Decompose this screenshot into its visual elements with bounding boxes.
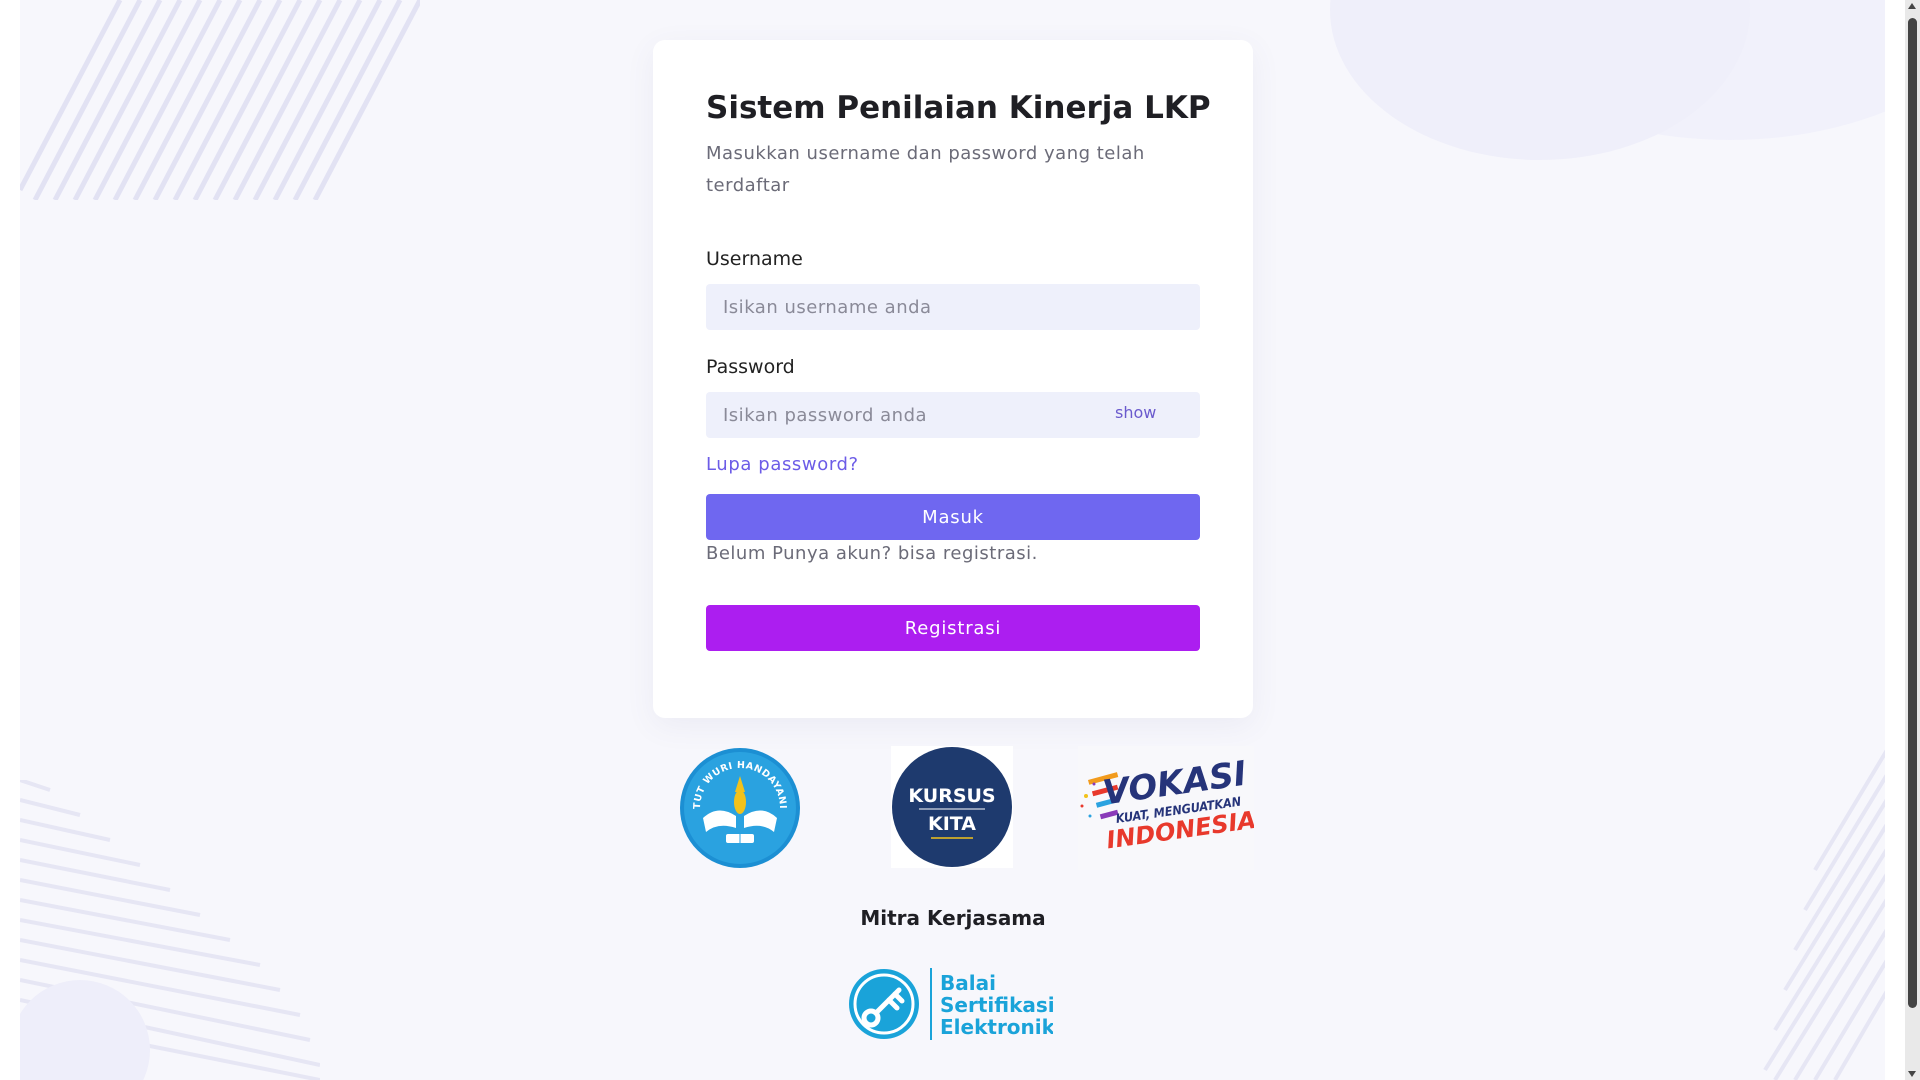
page-title: Sistem Penilaian Kinerja LKP	[706, 90, 1211, 126]
tut-wuri-handayani-logo: TUT WURI HANDAYANI	[680, 748, 800, 868]
scrollbar[interactable]	[1905, 0, 1920, 1080]
logo-text: Sertifikasi	[940, 993, 1053, 1017]
partners-heading: Mitra Kerjasama	[860, 906, 1046, 930]
page-subtitle: Masukkan username dan password yang tela…	[706, 143, 1145, 196]
username-input[interactable]	[706, 284, 1200, 330]
logo-text: KURSUS	[908, 785, 995, 807]
login-card: Sistem Penilaian Kinerja LKP Masukkan us…	[653, 40, 1253, 718]
login-button[interactable]: Masuk	[706, 494, 1200, 540]
logo-text: Elektronik	[940, 1015, 1053, 1039]
register-button[interactable]: Registrasi	[706, 605, 1200, 651]
logo-text: KITA	[928, 813, 976, 835]
background-stripes	[20, 780, 320, 1080]
password-label: Password	[706, 356, 795, 378]
bse-logo: Balai Sertifikasi Elektronik	[849, 968, 1053, 1040]
background-stripes	[1763, 749, 1885, 1080]
kursus-kita-logo: KURSUS KITA	[891, 746, 1013, 868]
show-password-toggle[interactable]: show	[1115, 403, 1156, 422]
username-label: Username	[706, 248, 803, 270]
scrollbar-thumb[interactable]	[1908, 18, 1917, 1008]
scroll-down-arrow-icon[interactable]	[1908, 1071, 1916, 1077]
no-account-text: Belum Punya akun? bisa registrasi.	[706, 543, 1038, 564]
scroll-up-arrow-icon[interactable]	[1908, 3, 1916, 9]
vokasi-logo: VOKASI KUAT, MENGUATKAN INDONESIA	[1078, 746, 1254, 870]
forgot-password-link[interactable]: Lupa password?	[706, 454, 859, 475]
logo-text: Balai	[940, 971, 996, 995]
background-stripes	[20, 0, 420, 200]
